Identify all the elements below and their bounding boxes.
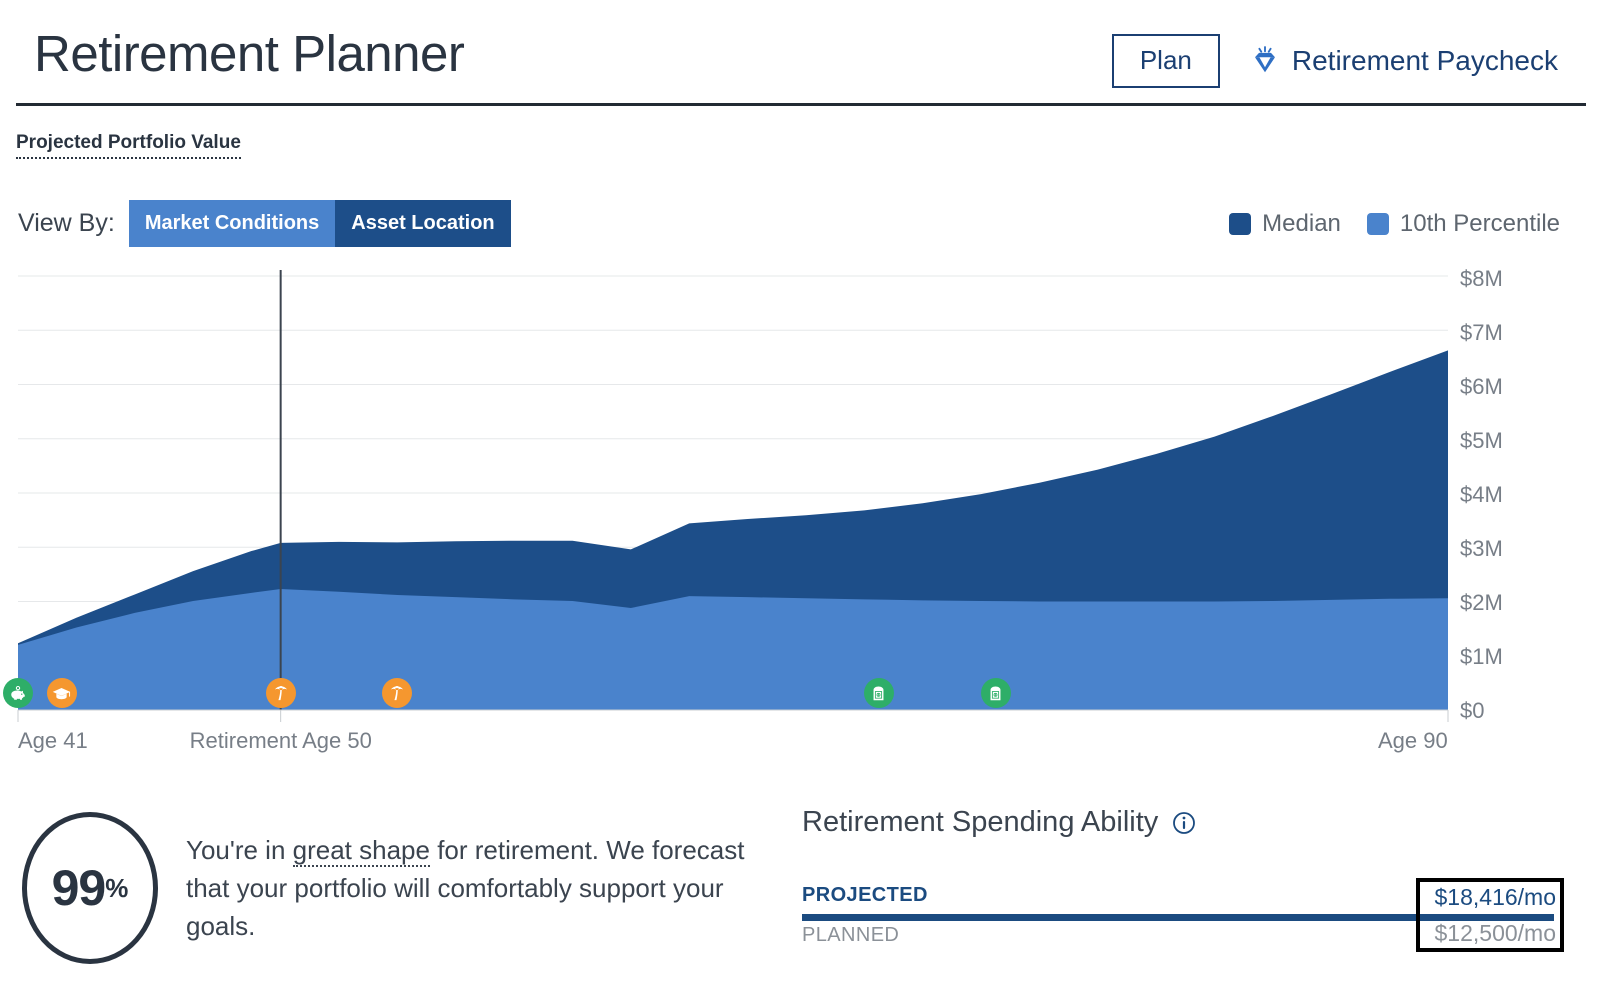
xtick-age-41: Age 41 [18, 728, 88, 754]
projected-value: $18,416/mo [1435, 884, 1556, 911]
legend-label-median: Median [1262, 210, 1341, 238]
page-header: Retirement Planner Plan Retirement Paych… [0, 0, 1600, 104]
chart-canvas [0, 268, 1600, 758]
planned-label: PLANNED [802, 924, 899, 946]
retirement-planner-page: Retirement Planner Plan Retirement Paych… [0, 0, 1600, 986]
score-text-emphasis[interactable]: great shape [293, 835, 430, 867]
planned-value: $12,500/mo [1435, 920, 1556, 947]
projected-portfolio-value-label[interactable]: Projected Portfolio Value [16, 132, 241, 159]
milestone-money-document-2[interactable] [981, 678, 1011, 708]
projected-label: PROJECTED [802, 884, 928, 907]
chart-legend: Median 10th Percentile [1229, 210, 1560, 238]
money-document-icon [870, 685, 887, 702]
gem-icon [1250, 46, 1280, 76]
milestone-graduation-cap[interactable] [47, 678, 77, 708]
view-by-label: View By: [18, 209, 115, 238]
toggle-market-conditions[interactable]: Market Conditions [129, 200, 335, 247]
score-text-before: You're in [186, 835, 293, 865]
ytick-2m: $2M [1460, 590, 1503, 616]
plan-button[interactable]: Plan [1112, 34, 1220, 88]
header-actions: Plan Retirement Paycheck [1112, 34, 1558, 88]
score-number: 99 [52, 859, 106, 917]
toggle-asset-location[interactable]: Asset Location [335, 200, 510, 247]
milestone-money-document-1[interactable] [864, 678, 894, 708]
money-document-icon [987, 685, 1004, 702]
legend-swatch-10th-percentile [1367, 213, 1389, 235]
ytick-8m: $8M [1460, 266, 1503, 292]
score-percent: % [105, 873, 128, 904]
legend-swatch-median [1229, 213, 1251, 235]
retirement-paycheck-link[interactable]: Retirement Paycheck [1250, 45, 1558, 77]
score-circle: 99% [22, 812, 158, 964]
score-description: You're in great shape for retirement. We… [186, 831, 776, 945]
retirement-paycheck-label: Retirement Paycheck [1292, 45, 1558, 77]
page-title: Retirement Planner [34, 24, 464, 84]
ytick-4m: $4M [1460, 482, 1503, 508]
legend-label-10th-percentile: 10th Percentile [1400, 210, 1560, 238]
xtick-retirement-age-50: Retirement Age 50 [190, 728, 372, 754]
info-icon[interactable] [1172, 811, 1196, 835]
planned-row: PLANNED [802, 924, 899, 954]
legend-item-median[interactable]: Median [1229, 210, 1341, 238]
ytick-3m: $3M [1460, 536, 1503, 562]
header-divider [16, 103, 1586, 106]
projected-portfolio-chart[interactable]: $8M $7M $6M $5M $4M $3M $2M $1M $0 Age 4… [0, 268, 1600, 758]
graduation-cap-icon [52, 684, 71, 703]
palm-tree-icon [388, 684, 406, 702]
view-by-control: View By: Market Conditions Asset Locatio… [18, 200, 511, 247]
confidence-score-block: 99% You're in great shape for retirement… [22, 812, 776, 964]
ytick-6m: $6M [1460, 374, 1503, 400]
legend-item-10th-percentile[interactable]: 10th Percentile [1367, 210, 1560, 238]
ytick-5m: $5M [1460, 428, 1503, 454]
piggy-bank-icon [9, 684, 27, 702]
spending-title: Retirement Spending Ability [802, 806, 1158, 839]
retirement-spending-ability-block: Retirement Spending Ability [802, 806, 1562, 839]
xtick-age-90: Age 90 [1378, 728, 1448, 754]
palm-tree-icon [272, 684, 290, 702]
spending-title-row: Retirement Spending Ability [802, 806, 1562, 839]
milestone-palm-tree-1[interactable] [266, 678, 296, 708]
ytick-7m: $7M [1460, 320, 1503, 346]
milestone-piggy-bank[interactable] [3, 678, 33, 708]
ytick-0: $0 [1460, 698, 1484, 724]
ytick-1m: $1M [1460, 644, 1503, 670]
view-by-toggle: Market Conditions Asset Location [129, 200, 511, 247]
